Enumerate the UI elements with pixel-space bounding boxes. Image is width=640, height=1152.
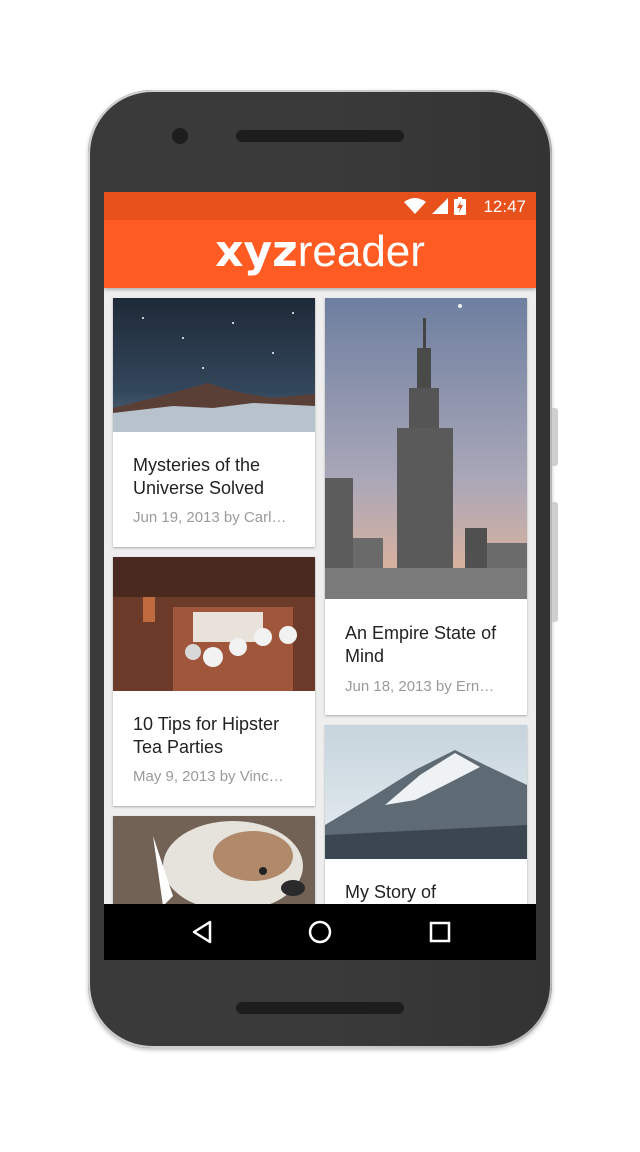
article-title: 10 Tips for Hipster Tea Parties: [133, 714, 280, 757]
article-image: [113, 557, 315, 691]
article-card[interactable]: Mysteries of the Universe Solved Jun 19,…: [113, 298, 315, 547]
app-bar: xyzreader: [104, 220, 536, 288]
article-image: [325, 725, 527, 859]
screen: 12:47 xyzreader Mysteries of the Univers…: [104, 192, 536, 960]
signal-icon: [432, 198, 448, 214]
article-title: An Empire State of Mind: [345, 623, 497, 666]
power-button: [552, 408, 558, 466]
article-meta: May 9, 2013 by Vinc…: [133, 768, 284, 785]
article-title: Mysteries of the Universe Solved: [133, 455, 265, 498]
back-icon[interactable]: [188, 918, 216, 946]
recents-icon[interactable]: [426, 918, 454, 946]
status-bar: 12:47: [104, 192, 536, 220]
article-image: [113, 298, 315, 432]
article-card[interactable]: An Empire State of Mind Jun 18, 2013 by …: [325, 298, 527, 715]
logo-thin: reader: [297, 227, 425, 276]
volume-button: [552, 502, 558, 622]
top-speaker: [236, 130, 404, 142]
article-title: My Story of: [345, 882, 437, 902]
article-meta: Jun 19, 2013 by Carl…: [133, 509, 287, 526]
app-logo: xyzreader: [104, 226, 536, 277]
wifi-icon: [404, 198, 426, 214]
battery-charging-icon: [454, 197, 466, 215]
nav-bar: [104, 904, 536, 960]
article-meta: Jun 18, 2013 by Ern…: [345, 678, 495, 695]
status-icons: [404, 197, 466, 215]
bottom-speaker: [236, 1002, 404, 1014]
front-camera: [172, 128, 188, 144]
logo-bold: xyz: [215, 226, 298, 277]
status-time: 12:47: [483, 197, 526, 216]
article-card[interactable]: 10 Tips for Hipster Tea Parties May 9, 2…: [113, 557, 315, 806]
article-image: [325, 298, 527, 599]
home-icon[interactable]: [306, 918, 334, 946]
